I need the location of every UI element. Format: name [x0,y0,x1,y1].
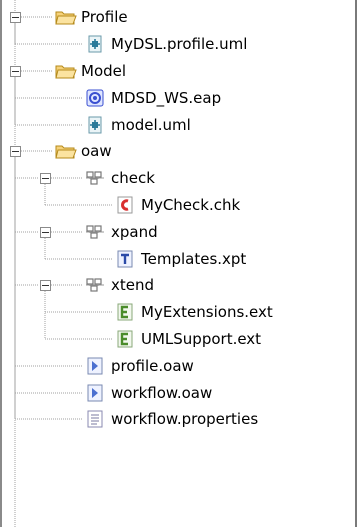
package-icon [85,276,105,294]
tree-item-label: Model [81,62,127,80]
tree-item-profile-oaw[interactable]: profile.oaw [85,353,194,379]
tree-item-umlsupport-ext[interactable]: UMLSupport.ext [115,326,261,352]
collapse-toggle-icon[interactable] [40,173,51,184]
folder-icon [55,142,77,160]
package-icon [85,223,105,241]
collapse-toggle-icon[interactable] [10,146,21,157]
tree-item-label: MyDSL.profile.uml [111,35,248,53]
template-file-icon [115,250,135,268]
tree-item-label: MDSD_WS.eap [111,89,222,107]
project-tree: Profile MyDSL.profile.uml Model MDSD_WS.… [0,0,357,527]
extension-file-icon [115,330,135,348]
tree-item-templates-xpt[interactable]: Templates.xpt [115,246,246,272]
tree-item-mdsd-ws-eap[interactable]: MDSD_WS.eap [85,85,221,111]
collapse-toggle-icon[interactable] [10,12,21,23]
folder-icon [55,62,77,80]
check-file-icon [115,196,135,214]
tree-item-workflow-properties[interactable]: workflow.properties [85,406,258,432]
collapse-toggle-icon[interactable] [10,66,21,77]
tree-item-label: Templates.xpt [141,250,247,268]
uml-file-icon [85,116,105,134]
tree-item-label: Profile [81,8,128,26]
tree-item-model-uml[interactable]: model.uml [85,112,191,138]
tree-item-label: check [111,169,155,187]
tree-item-oaw-folder[interactable]: oaw [55,138,112,164]
tree-item-xpand-package[interactable]: xpand [85,219,158,245]
tree-item-model-folder[interactable]: Model [55,58,126,84]
tree-item-label: oaw [81,142,112,160]
tree-item-check-package[interactable]: check [85,165,155,191]
properties-file-icon [85,410,105,428]
tree-item-xtend-package[interactable]: xtend [85,272,154,298]
workflow-file-icon [85,384,105,402]
workflow-file-icon [85,357,105,375]
left-border [0,0,2,527]
tree-item-label: workflow.properties [111,410,259,428]
tree-item-label: MyCheck.chk [141,196,241,214]
folder-icon [55,8,77,26]
tree-item-label: model.uml [111,116,191,134]
package-icon [85,169,105,187]
tree-item-workflow-oaw[interactable]: workflow.oaw [85,380,212,406]
tree-item-label: profile.oaw [111,357,194,375]
tree-item-profile-folder[interactable]: Profile [55,4,128,30]
collapse-toggle-icon[interactable] [40,227,51,238]
uml-file-icon [85,35,105,53]
tree-item-mydsl-profile-uml[interactable]: MyDSL.profile.uml [85,31,247,57]
tree-item-label: UMLSupport.ext [141,330,262,348]
tree-item-label: xpand [111,223,158,241]
tree-item-mycheck-chk[interactable]: MyCheck.chk [115,192,240,218]
tree-item-label: workflow.oaw [111,384,213,402]
collapse-toggle-icon[interactable] [40,280,51,291]
tree-item-label: xtend [111,276,155,294]
eap-file-icon [85,89,105,107]
tree-item-myextensions-ext[interactable]: MyExtensions.ext [115,299,273,325]
tree-item-label: MyExtensions.ext [141,303,273,321]
extension-file-icon [115,303,135,321]
